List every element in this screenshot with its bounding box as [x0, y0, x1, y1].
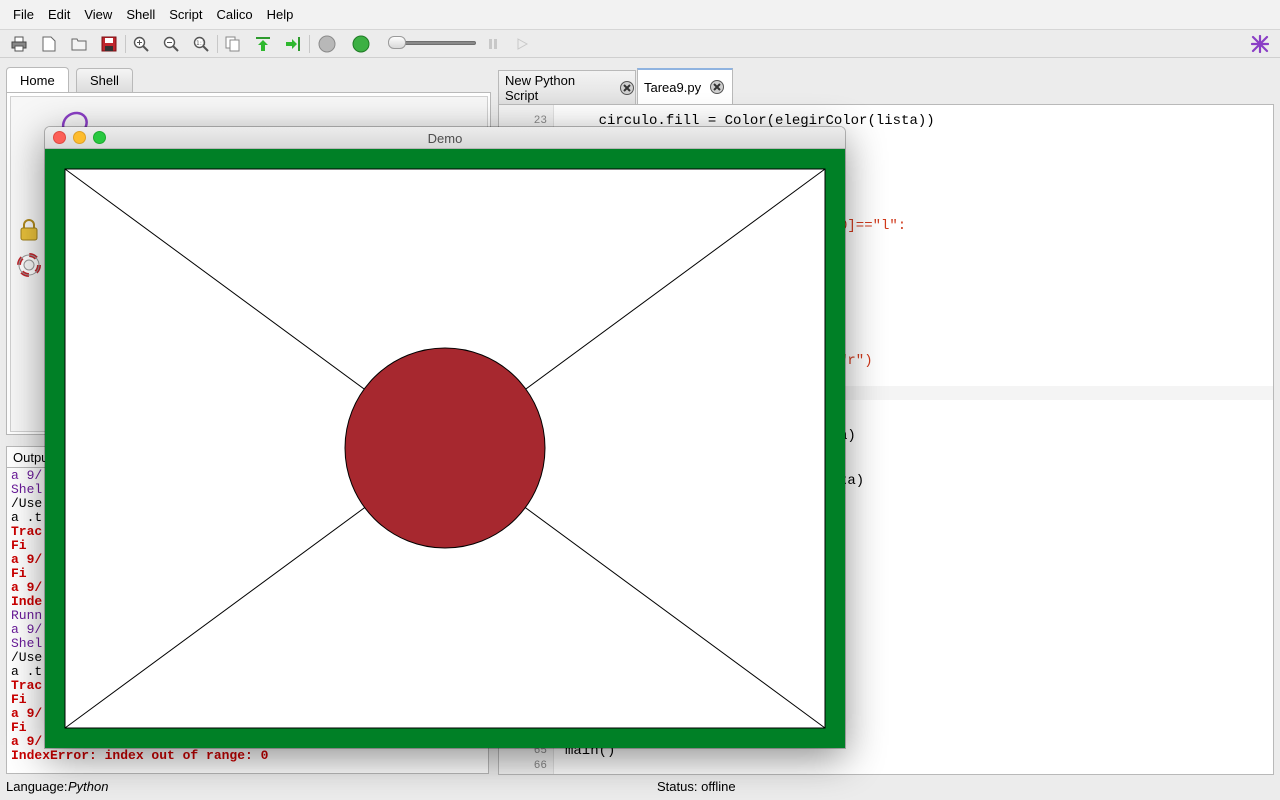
- print-icon[interactable]: [8, 34, 30, 54]
- output-line: Inde: [11, 594, 43, 609]
- output-line: a 9/: [11, 734, 43, 749]
- output-line: Fi: [11, 566, 27, 581]
- svg-text:1:1: 1:1: [196, 40, 206, 47]
- menu-script[interactable]: Script: [162, 5, 209, 24]
- menu-help[interactable]: Help: [260, 5, 301, 24]
- demo-window[interactable]: Demo: [45, 127, 845, 748]
- output-line: IndexError: index out of range: 0: [11, 748, 269, 763]
- upload-icon[interactable]: [252, 34, 274, 54]
- language-label: Language:: [6, 779, 68, 794]
- output-line: /Use: [11, 650, 43, 665]
- output-line: /Use: [11, 496, 43, 511]
- output-line: Shel: [11, 482, 43, 497]
- stop-circle-icon[interactable]: [316, 34, 338, 54]
- demo-title: Demo: [427, 131, 463, 146]
- pause-icon[interactable]: [482, 34, 504, 54]
- output-line: a 9/: [11, 706, 43, 721]
- output-line: a .t: [11, 510, 43, 525]
- tab-home-label: Home: [20, 72, 55, 88]
- output-line: a 9/: [11, 552, 43, 567]
- output-line: Shel: [11, 636, 43, 651]
- tab-tarea9[interactable]: Tarea9.py: [637, 68, 733, 104]
- menu-view[interactable]: View: [77, 5, 119, 24]
- status-text: Status: offline: [657, 779, 736, 794]
- new-file-icon[interactable]: [38, 34, 60, 54]
- close-icon[interactable]: [709, 79, 725, 95]
- red-circle: [344, 347, 546, 549]
- language-value: Python: [68, 779, 109, 794]
- tab-shell-label: Shell: [90, 73, 119, 88]
- copy-icon[interactable]: [222, 34, 244, 54]
- zoom-out-icon[interactable]: [160, 34, 182, 54]
- toolbar: 1:1: [0, 30, 1280, 58]
- tab-new-python-script[interactable]: New Python Script: [498, 70, 636, 104]
- lock-icon: [20, 219, 38, 241]
- menu-file[interactable]: File: [6, 5, 41, 24]
- code-fragment: 0]=="l":: [839, 218, 907, 234]
- demo-canvas[interactable]: [45, 149, 845, 748]
- demo-titlebar[interactable]: Demo: [45, 127, 845, 149]
- line-number: 23: [533, 115, 547, 127]
- output-line: Trac: [11, 678, 43, 693]
- line-number: 66: [533, 760, 547, 772]
- save-icon[interactable]: [98, 34, 120, 54]
- output-line: Fi: [11, 538, 27, 553]
- menu-bar: File Edit View Shell Script Calico Help: [0, 0, 1280, 30]
- menu-edit[interactable]: Edit: [41, 5, 77, 24]
- open-folder-icon[interactable]: [68, 34, 90, 54]
- output-line: Fi: [11, 692, 27, 707]
- lifebuoy-icon: [17, 253, 41, 277]
- output-line: Fi: [11, 720, 27, 735]
- tab-new-python-script-label: New Python Script: [505, 72, 576, 103]
- output-line: a 9/: [11, 468, 43, 483]
- menu-calico[interactable]: Calico: [209, 5, 259, 24]
- status-value: offline: [701, 779, 736, 794]
- output-line: Runn: [11, 608, 43, 623]
- menu-shell[interactable]: Shell: [119, 5, 162, 24]
- status-bar: Language: Python Status: offline: [0, 776, 1280, 800]
- output-line: a .t: [11, 664, 43, 679]
- output-line: a 9/: [11, 580, 43, 595]
- status-label: Status:: [657, 779, 698, 794]
- speed-slider-thumb[interactable]: [388, 36, 406, 49]
- output-line: a 9/: [11, 622, 43, 637]
- close-icon[interactable]: [619, 80, 635, 96]
- tab-home[interactable]: Home: [6, 67, 69, 92]
- zoom-in-icon[interactable]: [130, 34, 152, 54]
- play-icon[interactable]: [511, 34, 533, 54]
- run-arrow-icon[interactable]: [282, 34, 304, 54]
- go-circle-icon[interactable]: [350, 34, 372, 54]
- output-line: Trac: [11, 524, 43, 539]
- calico-logo-icon[interactable]: [1249, 34, 1271, 54]
- zoom-reset-icon[interactable]: 1:1: [190, 34, 212, 54]
- tab-shell[interactable]: Shell: [76, 68, 133, 92]
- tab-tarea9-label: Tarea9.py: [644, 79, 702, 95]
